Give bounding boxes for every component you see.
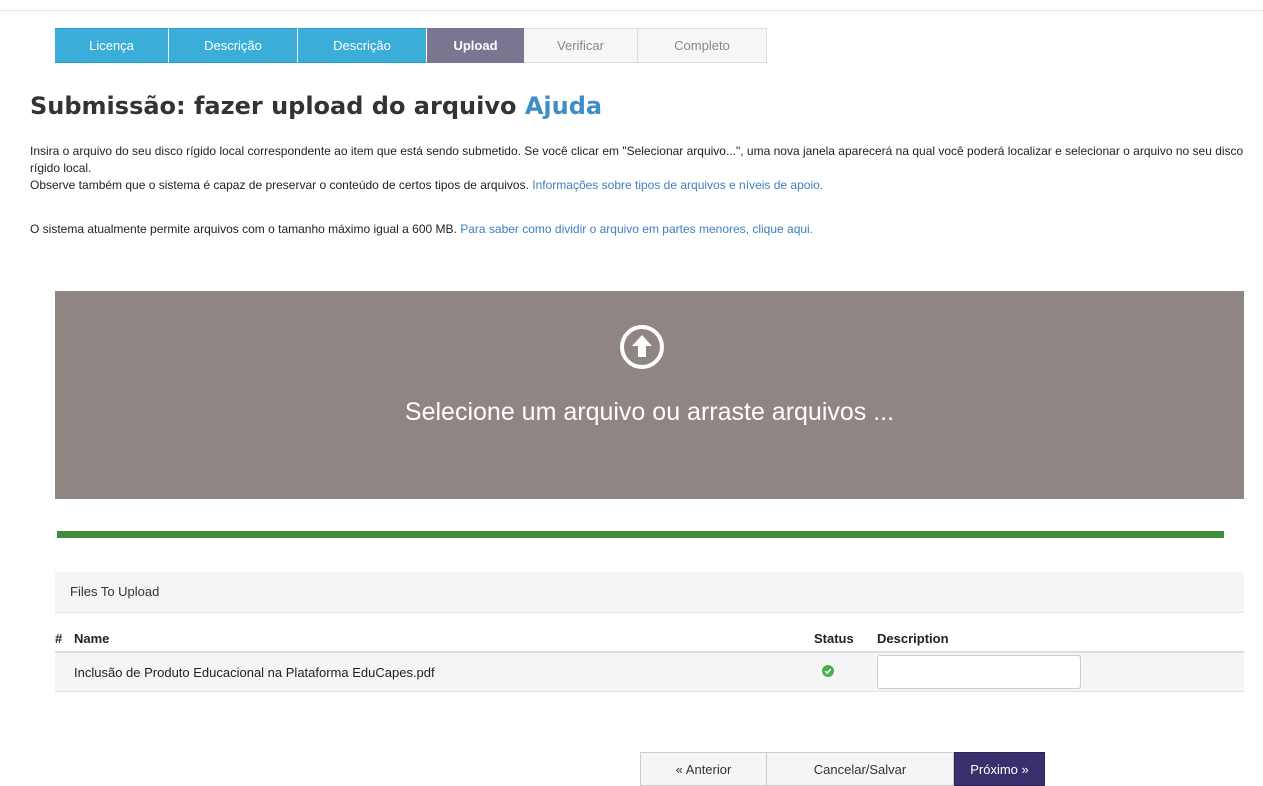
row-description-cell [877,652,1244,692]
split-file-link[interactable]: Para saber como dividir o arquivo em par… [460,222,813,236]
step-completo: Completo [638,28,767,63]
check-circle-icon [822,664,834,677]
files-table: # Name Status Description Inclusão de Pr… [55,625,1244,692]
step-label: Descrição [333,38,391,53]
intro-text: Insira o arquivo do seu disco rígido loc… [30,143,1245,194]
dropzone-text: Selecione um arquivo ou arraste arquivos… [404,398,895,426]
navigation-buttons: « Anterior Cancelar/Salvar Próximo » [640,752,1045,786]
previous-button[interactable]: « Anterior [640,752,767,786]
step-label: Descrição [204,38,262,53]
files-panel: Files To Upload [55,572,1244,613]
progress-steps: Licença Descrição Descrição Upload Verif… [55,28,767,63]
files-table-header: # Name Status Description [55,625,1244,653]
step-label: Completo [674,38,730,53]
intro-paragraph-1: Insira o arquivo do seu disco rígido loc… [30,144,1244,175]
step-descricao-1[interactable]: Descrição [169,28,298,63]
top-border [0,0,1263,11]
col-index: # [55,625,74,653]
table-row: Inclusão de Produto Educacional na Plata… [55,652,1244,692]
step-descricao-2[interactable]: Descrição [298,28,427,63]
upload-progress-fill [57,531,1224,538]
col-name: Name [74,625,814,653]
step-verificar: Verificar [524,28,638,63]
file-types-link[interactable]: Informações sobre tipos de arquivos e ní… [532,178,823,192]
cancel-save-button[interactable]: Cancelar/Salvar [767,752,954,786]
file-dropzone[interactable]: Selecione um arquivo ou arraste arquivos… [55,291,1244,499]
step-licenca[interactable]: Licença [55,28,169,63]
row-index [55,652,74,692]
next-button[interactable]: Próximo » [954,752,1045,786]
step-label: Verificar [557,38,604,53]
step-upload[interactable]: Upload [427,28,524,63]
row-file-name: Inclusão de Produto Educacional na Plata… [74,652,814,692]
size-limit-text: O sistema atualmente permite arquivos co… [30,222,813,236]
step-label: Licença [89,38,134,53]
files-panel-title: Files To Upload [55,572,1244,613]
row-status [814,652,877,692]
upload-progress-bar [57,531,1224,538]
intro-line2-text: Observe também que o sistema é capaz de … [30,178,529,192]
intro-paragraph-2: Observe também que o sistema é capaz de … [30,177,1245,194]
description-input[interactable] [877,655,1081,689]
col-status: Status [814,625,877,653]
col-description: Description [877,625,1244,653]
size-limit-label: O sistema atualmente permite arquivos co… [30,222,457,236]
page-title-text: Submissão: fazer upload do arquivo [30,92,517,120]
upload-arrow-circle-icon [620,325,664,369]
help-link[interactable]: Ajuda [525,92,602,120]
step-label: Upload [453,38,498,53]
page-title: Submissão: fazer upload do arquivo Ajuda [30,92,602,120]
